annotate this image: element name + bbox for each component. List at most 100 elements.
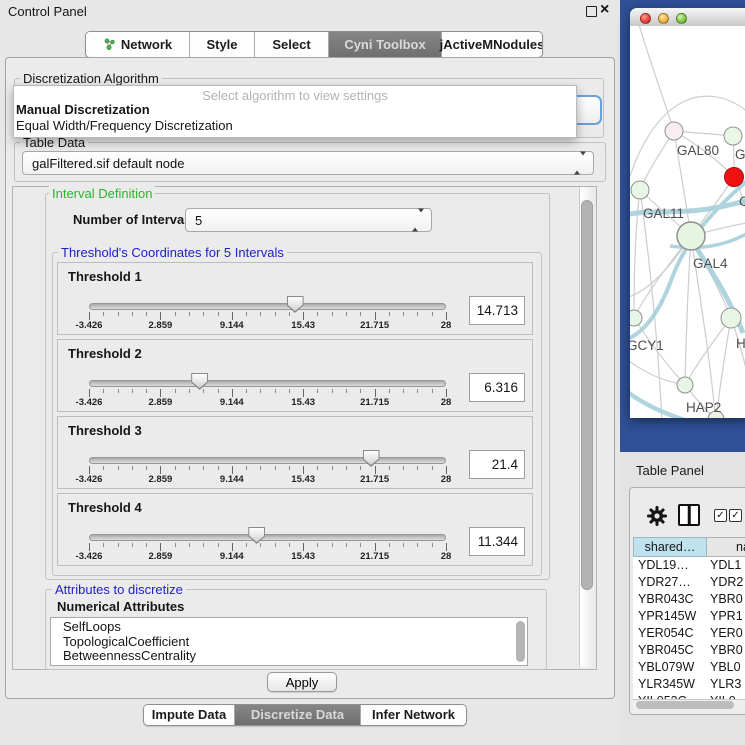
tab-jactivemnodules[interactable]: jActiveMNodules bbox=[442, 32, 542, 57]
table-row[interactable]: YBR045CYBR0 bbox=[633, 642, 745, 659]
minor-tick bbox=[317, 312, 318, 316]
tick-label: 28 bbox=[441, 320, 452, 331]
minor-tick bbox=[218, 543, 219, 547]
table-column-header-shared[interactable]: shared… bbox=[633, 537, 707, 557]
numerical-attributes-list[interactable]: SelfLoopsTopologicalCoefficientBetweenne… bbox=[50, 617, 528, 666]
attribute-list-item[interactable]: BetweennessCentrality bbox=[63, 649, 527, 664]
tab-impute-data[interactable]: Impute Data bbox=[144, 705, 235, 725]
table-row[interactable]: YDR27…YDR2 bbox=[633, 574, 745, 591]
table-column-header-name[interactable]: na bbox=[707, 537, 745, 557]
threshold-value-field[interactable]: 14.713 bbox=[469, 296, 525, 325]
table-cell-name: YDR2 bbox=[710, 574, 743, 591]
threshold-label: Threshold 2 bbox=[68, 346, 142, 361]
algorithm-popup: Select algorithm to view settings Manual… bbox=[13, 85, 577, 138]
minor-tick bbox=[203, 312, 204, 316]
tab-infer-network[interactable]: Infer Network bbox=[361, 705, 466, 725]
table-row[interactable]: YPR145WYPR1 bbox=[633, 608, 745, 625]
network-node-c[interactable] bbox=[725, 168, 744, 187]
gear-icon[interactable] bbox=[646, 505, 668, 527]
attributes-group-title: Attributes to discretize bbox=[52, 582, 186, 597]
minor-tick bbox=[260, 543, 261, 547]
threshold-value-field[interactable]: 21.4 bbox=[469, 450, 525, 479]
table-cell-name: YBL0 bbox=[710, 659, 741, 676]
table-cell-name: YLR3 bbox=[710, 676, 741, 693]
minor-tick bbox=[218, 312, 219, 316]
algorithm-popup-item[interactable]: Equal Width/Frequency Discretization bbox=[16, 118, 233, 133]
minor-tick bbox=[260, 389, 261, 393]
minor-tick bbox=[275, 466, 276, 470]
minimize-traffic-light-icon[interactable] bbox=[658, 13, 669, 24]
minor-tick bbox=[403, 466, 404, 470]
minor-tick bbox=[317, 543, 318, 547]
tab-discretize-data[interactable]: Discretize Data bbox=[235, 705, 361, 725]
tab-label: Cyni Toolbox bbox=[344, 33, 425, 56]
list-scrollbar-thumb[interactable] bbox=[516, 621, 525, 662]
table-row[interactable]: YDL19…YDL1 bbox=[633, 557, 745, 574]
close-icon[interactable]: × bbox=[600, 1, 609, 19]
network-node-gal80[interactable] bbox=[665, 122, 683, 140]
threshold-slider-thumb[interactable] bbox=[363, 450, 380, 467]
tab-style[interactable]: Style bbox=[190, 32, 255, 57]
table-data-combobox[interactable]: galFiltered.sif default node bbox=[22, 151, 594, 175]
network-node-label: G bbox=[735, 147, 745, 162]
algorithm-popup-item[interactable]: Manual Discretization bbox=[16, 102, 150, 117]
split-columns-icon[interactable] bbox=[678, 504, 700, 526]
table-cell-shared-name: YBR043C bbox=[638, 591, 694, 608]
threshold-value-field[interactable]: 6.316 bbox=[469, 373, 525, 402]
network-node-label: GAL4 bbox=[693, 256, 728, 271]
combo-stepper-icon bbox=[574, 156, 586, 171]
major-tick bbox=[232, 312, 233, 320]
minor-tick bbox=[146, 312, 147, 316]
number-of-intervals-combobox[interactable]: 5 bbox=[185, 208, 432, 232]
minor-tick bbox=[346, 312, 347, 316]
network-node-gal11[interactable] bbox=[631, 181, 649, 199]
minor-tick bbox=[346, 466, 347, 470]
network-node-hap2[interactable] bbox=[677, 377, 693, 393]
tab-network[interactable]: Network bbox=[86, 32, 190, 57]
threshold-slider-track[interactable] bbox=[89, 303, 446, 310]
tab-label: Infer Network bbox=[372, 706, 455, 724]
tab-cyni-toolbox[interactable]: Cyni Toolbox bbox=[329, 32, 442, 57]
close-traffic-light-icon[interactable] bbox=[640, 13, 651, 24]
tab-select[interactable]: Select bbox=[255, 32, 329, 57]
thresholds-group-title: Threshold's Coordinates for 5 Intervals bbox=[58, 245, 287, 260]
network-window-titlebar[interactable] bbox=[630, 8, 745, 27]
minor-tick bbox=[132, 389, 133, 393]
table-row[interactable]: YBL079WYBL0 bbox=[633, 659, 745, 676]
checkbox-icon[interactable]: ✓ bbox=[729, 509, 742, 522]
table-cell-name: YBR0 bbox=[710, 591, 743, 608]
table-row[interactable]: YER054CYER0 bbox=[633, 625, 745, 642]
network-canvas[interactable]: GAL80GCGAL11GAL4GCY1HHAP2 bbox=[630, 26, 745, 418]
network-node-gal4[interactable] bbox=[677, 222, 705, 250]
attribute-list-item[interactable]: TopologicalCoefficient bbox=[63, 635, 527, 650]
float-window-icon[interactable] bbox=[586, 6, 597, 17]
minor-tick bbox=[246, 543, 247, 547]
minor-tick bbox=[346, 543, 347, 547]
table-row[interactable]: YLR345WYLR3 bbox=[633, 676, 745, 693]
threshold-value-field[interactable]: 11.344 bbox=[469, 527, 525, 556]
threshold-slider-thumb[interactable] bbox=[191, 373, 208, 390]
threshold-slider-track[interactable] bbox=[89, 380, 446, 387]
vertical-scrollbar-thumb[interactable] bbox=[581, 200, 593, 590]
checkbox-icon[interactable]: ✓ bbox=[714, 509, 727, 522]
horizontal-scrollbar-thumb[interactable] bbox=[636, 701, 734, 709]
minor-tick bbox=[389, 389, 390, 393]
apply-button[interactable]: Apply bbox=[267, 672, 337, 692]
attribute-list-item[interactable]: SelfLoops bbox=[63, 620, 527, 635]
threshold-slider-track[interactable] bbox=[89, 534, 446, 541]
minor-tick bbox=[146, 543, 147, 547]
tick-label: 21.715 bbox=[360, 397, 389, 408]
network-node-h[interactable] bbox=[721, 308, 741, 328]
minor-tick bbox=[132, 543, 133, 547]
table-row[interactable]: YBR043C YBR0 bbox=[633, 591, 745, 608]
threshold-label: Threshold 4 bbox=[68, 500, 142, 515]
zoom-traffic-light-icon[interactable] bbox=[676, 13, 687, 24]
threshold-slider-track[interactable] bbox=[89, 457, 446, 464]
network-node-g[interactable] bbox=[724, 127, 742, 145]
threshold-slider-thumb[interactable] bbox=[248, 527, 265, 544]
network-node-gcy1[interactable] bbox=[630, 310, 642, 326]
threshold-slider-thumb[interactable] bbox=[287, 296, 304, 313]
minor-tick bbox=[432, 543, 433, 547]
table-cell-name: YER0 bbox=[710, 625, 743, 642]
minor-tick bbox=[189, 543, 190, 547]
